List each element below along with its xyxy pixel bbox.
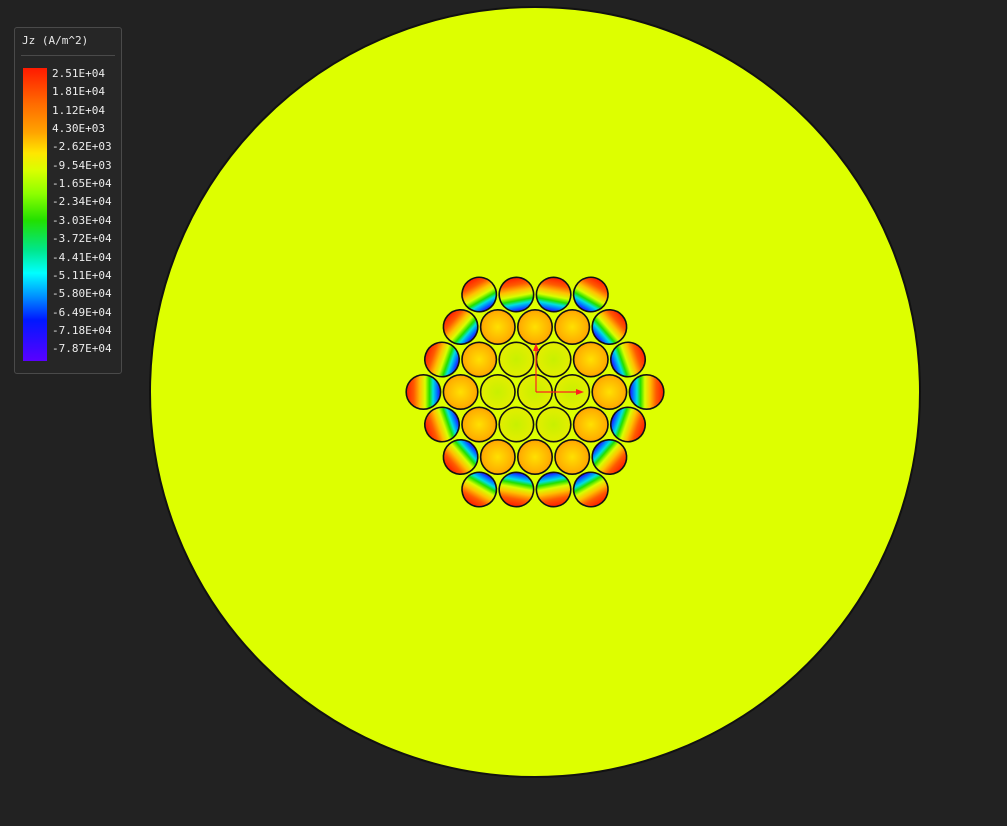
inner-strand [535, 406, 572, 443]
legend-label: -7.18E+04 [52, 323, 112, 337]
legend-label: -2.62E+03 [52, 140, 112, 154]
middle-strand [554, 438, 591, 475]
legend-label: -1.65E+04 [52, 177, 112, 191]
colorbar-labels: 2.51E+04 1.81E+04 1.12E+04 4.30E+03 -2.62E+0… [52, 68, 122, 361]
inner-strand [535, 341, 572, 378]
legend-title: Jz (A/m^2) [22, 34, 89, 47]
middle-strand [554, 308, 591, 345]
legend-label: -2.34E+04 [52, 195, 112, 209]
outer-strand [405, 374, 442, 411]
inner-strand [498, 406, 535, 443]
legend-label: 4.30E+03 [52, 122, 105, 136]
middle-strand [479, 438, 516, 475]
legend-label: -6.49E+04 [52, 305, 112, 319]
legend-label: 1.81E+04 [52, 85, 105, 99]
colorbar [23, 68, 47, 361]
legend-label: -7.87E+04 [52, 342, 112, 356]
inner-strand [479, 373, 516, 410]
inner-strand [498, 341, 535, 378]
middle-strand [479, 308, 516, 345]
middle-strand [461, 406, 498, 443]
legend-label: -5.11E+04 [52, 268, 112, 282]
legend-label: -5.80E+04 [52, 287, 112, 301]
legend-label: -3.03E+04 [52, 213, 112, 227]
middle-strand [516, 308, 553, 345]
middle-strand [461, 341, 498, 378]
field-viewport[interactable] [0, 0, 1007, 826]
legend-label: 1.12E+04 [52, 103, 105, 117]
legend-label: -4.41E+04 [52, 250, 112, 264]
legend-label: 2.51E+04 [52, 67, 105, 80]
middle-strand [572, 406, 609, 443]
middle-strand [591, 373, 628, 410]
outer-strand [628, 373, 665, 410]
legend-divider [21, 55, 115, 56]
legend-label: -9.54E+03 [52, 158, 112, 172]
color-legend[interactable]: Jz (A/m^2) 2.51E+04 1.81E+04 1.12E+04 4.30E… [14, 27, 122, 374]
middle-strand [516, 438, 553, 475]
middle-strand [572, 341, 609, 378]
middle-strand [442, 373, 479, 410]
legend-label: -3.72E+04 [52, 232, 112, 246]
